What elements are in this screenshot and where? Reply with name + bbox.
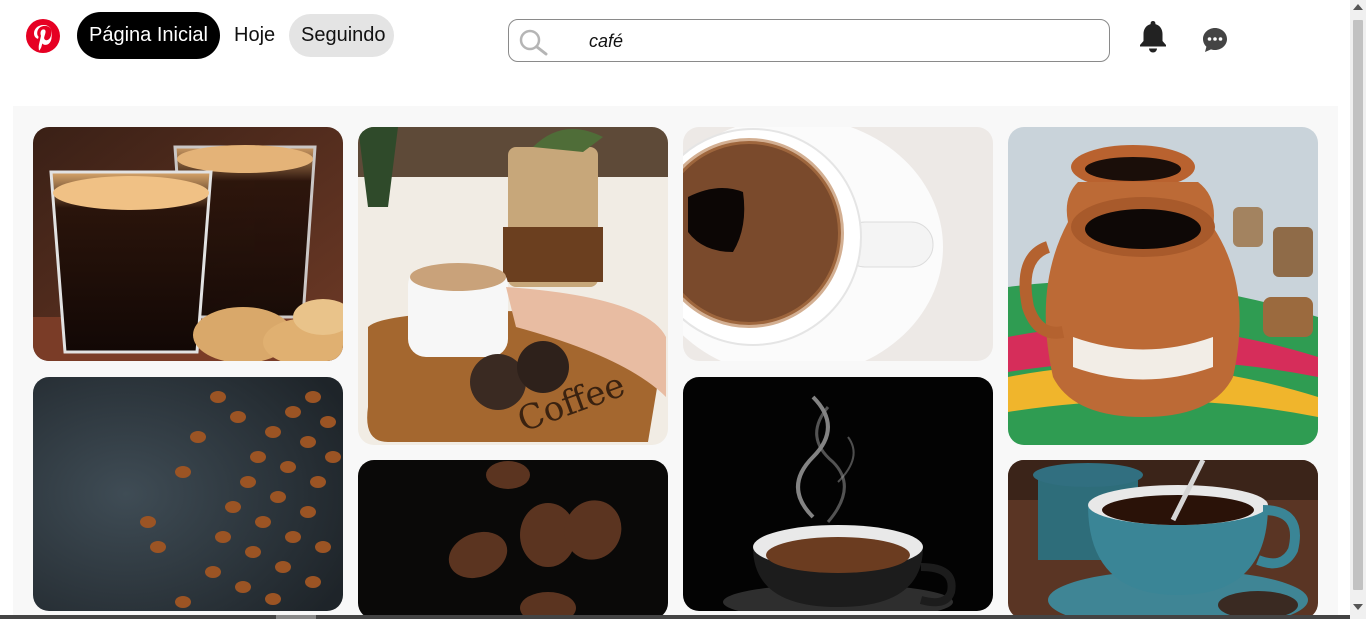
- steaming-cup-image: [683, 377, 993, 611]
- top-bar: Página Inicial Hoje Seguindo: [0, 0, 1350, 80]
- floating-beans-image: [358, 460, 668, 619]
- search-icon: [517, 28, 549, 56]
- pin-card[interactable]: [1008, 460, 1318, 619]
- nav-today-button[interactable]: Hoje: [222, 12, 288, 59]
- pin-card[interactable]: [358, 460, 668, 619]
- scrollbar-thumb[interactable]: [1353, 20, 1363, 590]
- pin-card[interactable]: [33, 377, 343, 611]
- nav-following-button[interactable]: Seguindo: [289, 14, 394, 57]
- pin-card[interactable]: [683, 377, 993, 611]
- horizontal-scrollbar-thumb[interactable]: [276, 615, 316, 619]
- pin-card[interactable]: [33, 127, 343, 361]
- search-bar[interactable]: [508, 19, 1110, 62]
- search-input[interactable]: [589, 29, 1089, 53]
- clay-mugs-image: [1008, 127, 1318, 445]
- blue-cup-image: [1008, 460, 1318, 619]
- bell-icon[interactable]: [1136, 18, 1170, 54]
- pin-card[interactable]: Coffee: [358, 127, 668, 445]
- coffee-beans-image: [33, 377, 343, 611]
- pin-card[interactable]: [683, 127, 993, 361]
- black-coffee-top-view-image: [683, 127, 993, 361]
- pinterest-logo-icon[interactable]: [25, 18, 61, 54]
- scroll-down-arrow-icon[interactable]: [1353, 604, 1363, 610]
- horizontal-scrollbar[interactable]: [0, 615, 1350, 619]
- coffee-board-image: Coffee: [358, 127, 668, 445]
- espresso-glasses-image: [33, 127, 343, 361]
- pin-card[interactable]: [1008, 127, 1318, 445]
- scroll-up-arrow-icon[interactable]: [1353, 4, 1363, 10]
- nav-home-button[interactable]: Página Inicial: [77, 12, 220, 59]
- chat-bubble-icon[interactable]: [1201, 26, 1229, 54]
